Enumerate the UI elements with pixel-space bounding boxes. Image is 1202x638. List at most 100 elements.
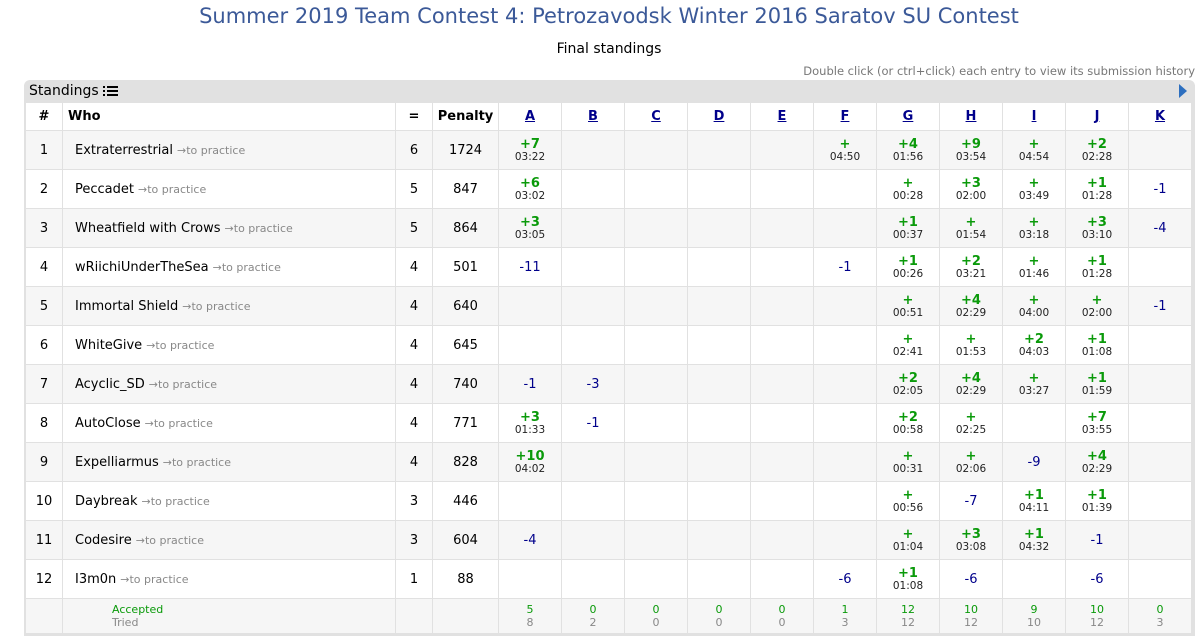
result-cell[interactable]: +4 02:29	[939, 286, 1003, 326]
result-cell[interactable]: +2 02:28	[1065, 130, 1129, 170]
result-cell[interactable]	[1002, 403, 1066, 443]
result-cell[interactable]: +1 01:39	[1065, 481, 1129, 521]
result-cell[interactable]: +1 01:08	[876, 559, 940, 599]
result-cell[interactable]	[687, 247, 751, 287]
result-cell[interactable]	[813, 208, 877, 248]
result-cell[interactable]	[624, 559, 688, 599]
result-cell[interactable]	[1128, 247, 1192, 287]
result-cell[interactable]	[750, 481, 814, 521]
result-cell[interactable]	[687, 481, 751, 521]
result-cell[interactable]	[750, 325, 814, 365]
result-cell[interactable]: +6 03:02	[498, 169, 562, 209]
result-cell[interactable]	[624, 247, 688, 287]
problem-header-c[interactable]: C	[624, 102, 688, 131]
result-cell[interactable]: +02:25	[939, 403, 1003, 443]
to-practice-link[interactable]: →to practice	[136, 534, 204, 547]
problem-header-j[interactable]: J	[1065, 102, 1129, 131]
result-cell[interactable]	[687, 364, 751, 404]
to-practice-link[interactable]: →to practice	[146, 339, 214, 352]
result-cell[interactable]	[1128, 520, 1192, 560]
result-cell[interactable]: +2 02:05	[876, 364, 940, 404]
result-cell[interactable]: +1 04:11	[1002, 481, 1066, 521]
result-cell[interactable]: +7 03:22	[498, 130, 562, 170]
result-cell[interactable]	[687, 520, 751, 560]
to-practice-link[interactable]: →to practice	[120, 573, 188, 586]
result-cell[interactable]	[750, 208, 814, 248]
result-cell[interactable]	[498, 559, 562, 599]
list-icon[interactable]	[102, 85, 118, 98]
to-practice-link[interactable]: →to practice	[149, 378, 217, 391]
result-cell[interactable]	[813, 481, 877, 521]
result-cell[interactable]: +00:28	[876, 169, 940, 209]
result-cell[interactable]: -1	[561, 403, 625, 443]
to-practice-link[interactable]: →to practice	[177, 144, 245, 157]
result-cell[interactable]: +02:41	[876, 325, 940, 365]
result-cell[interactable]	[561, 286, 625, 326]
result-cell[interactable]	[687, 169, 751, 209]
result-cell[interactable]	[813, 403, 877, 443]
problem-header-g[interactable]: G	[876, 102, 940, 131]
result-cell[interactable]: +01:53	[939, 325, 1003, 365]
result-cell[interactable]: +04:00	[1002, 286, 1066, 326]
problem-header-b[interactable]: B	[561, 102, 625, 131]
to-practice-link[interactable]: →to practice	[225, 222, 293, 235]
result-cell[interactable]: -1	[1128, 286, 1192, 326]
result-cell[interactable]: +3 03:10	[1065, 208, 1129, 248]
result-cell[interactable]	[1128, 442, 1192, 482]
result-cell[interactable]	[624, 442, 688, 482]
result-cell[interactable]: -11	[498, 247, 562, 287]
result-cell[interactable]	[561, 130, 625, 170]
result-cell[interactable]: +04:50	[813, 130, 877, 170]
result-cell[interactable]	[687, 403, 751, 443]
result-cell[interactable]: +03:18	[1002, 208, 1066, 248]
result-cell[interactable]	[750, 403, 814, 443]
result-cell[interactable]: +2 00:58	[876, 403, 940, 443]
result-cell[interactable]	[498, 325, 562, 365]
result-cell[interactable]	[624, 169, 688, 209]
result-cell[interactable]: +1 01:08	[1065, 325, 1129, 365]
result-cell[interactable]: +4 02:29	[939, 364, 1003, 404]
result-cell[interactable]	[624, 208, 688, 248]
result-cell[interactable]	[624, 325, 688, 365]
result-cell[interactable]	[813, 364, 877, 404]
result-cell[interactable]: -4	[1128, 208, 1192, 248]
result-cell[interactable]	[561, 325, 625, 365]
result-cell[interactable]: +7 03:55	[1065, 403, 1129, 443]
result-cell[interactable]: +03:49	[1002, 169, 1066, 209]
to-practice-link[interactable]: →to practice	[141, 495, 209, 508]
result-cell[interactable]: +2 03:21	[939, 247, 1003, 287]
result-cell[interactable]	[498, 286, 562, 326]
result-cell[interactable]	[1128, 481, 1192, 521]
result-cell[interactable]: +00:31	[876, 442, 940, 482]
result-cell[interactable]	[624, 481, 688, 521]
result-cell[interactable]	[813, 520, 877, 560]
result-cell[interactable]: +02:00	[1065, 286, 1129, 326]
result-cell[interactable]	[624, 130, 688, 170]
result-cell[interactable]: -1	[813, 247, 877, 287]
result-cell[interactable]	[687, 559, 751, 599]
result-cell[interactable]: +1 01:28	[1065, 247, 1129, 287]
result-cell[interactable]: -3	[561, 364, 625, 404]
expand-triangle-icon[interactable]	[1179, 84, 1187, 98]
result-cell[interactable]: +02:06	[939, 442, 1003, 482]
result-cell[interactable]	[561, 208, 625, 248]
result-cell[interactable]: +4 01:56	[876, 130, 940, 170]
problem-header-h[interactable]: H	[939, 102, 1003, 131]
result-cell[interactable]	[624, 364, 688, 404]
to-practice-link[interactable]: →to practice	[138, 183, 206, 196]
result-cell[interactable]	[1128, 325, 1192, 365]
result-cell[interactable]: -6	[939, 559, 1003, 599]
result-cell[interactable]	[750, 169, 814, 209]
result-cell[interactable]: -4	[498, 520, 562, 560]
result-cell[interactable]: +3 01:33	[498, 403, 562, 443]
result-cell[interactable]: +04:54	[1002, 130, 1066, 170]
result-cell[interactable]: +9 03:54	[939, 130, 1003, 170]
result-cell[interactable]: +00:51	[876, 286, 940, 326]
result-cell[interactable]	[750, 442, 814, 482]
result-cell[interactable]: +00:56	[876, 481, 940, 521]
result-cell[interactable]: +10 04:02	[498, 442, 562, 482]
problem-header-e[interactable]: E	[750, 102, 814, 131]
result-cell[interactable]: -1	[498, 364, 562, 404]
problem-header-a[interactable]: A	[498, 102, 562, 131]
result-cell[interactable]	[750, 559, 814, 599]
